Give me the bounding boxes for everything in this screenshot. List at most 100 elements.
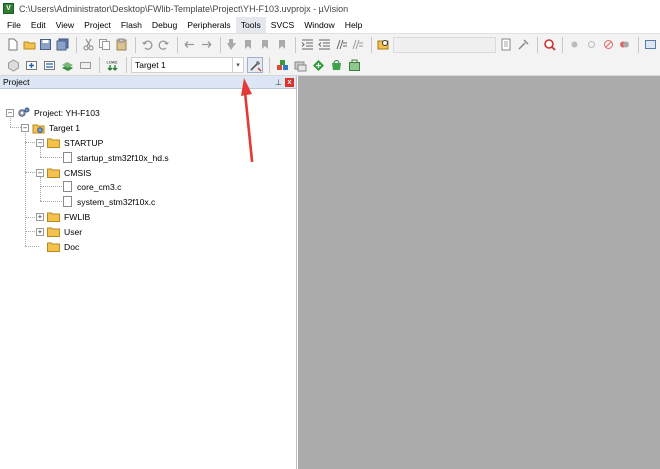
debug-session-icon[interactable] (542, 37, 557, 53)
cut-icon[interactable] (81, 37, 96, 53)
tree-group-doc[interactable]: Doc (47, 239, 79, 254)
open-folder-icon[interactable] (22, 37, 37, 53)
navigate-back-icon[interactable] (182, 37, 197, 53)
bookmark-icon[interactable] (225, 37, 240, 53)
group-label: FWLIB (64, 211, 91, 222)
menu-file[interactable]: File (2, 17, 26, 33)
title-bar: V C:\Users\Administrator\Desktop\FWlib-T… (0, 0, 660, 17)
breakpoint-icon[interactable] (567, 37, 582, 53)
tree-group-fwlib[interactable]: + FWLIB (36, 209, 90, 224)
expand-toggle[interactable]: + (36, 227, 44, 236)
tree-file[interactable]: startup_stm32f10x_hd.s (63, 150, 169, 165)
menu-window[interactable]: Window (299, 17, 340, 33)
window-layout-icon[interactable] (643, 37, 658, 53)
tree-connector (25, 172, 35, 173)
expand-toggle[interactable]: + (36, 212, 44, 221)
batch-build-icon[interactable] (59, 57, 75, 73)
find-in-files-icon[interactable] (499, 37, 514, 53)
translate-icon[interactable] (5, 57, 21, 73)
unindent-icon[interactable] (317, 37, 332, 53)
collapse-toggle[interactable]: − (36, 138, 44, 147)
pin-icon[interactable]: ⊥ (275, 78, 282, 87)
options-for-target-icon[interactable] (247, 57, 263, 73)
project-label: Project: YH-F103 (34, 107, 100, 118)
toolbar-separator (99, 57, 100, 73)
disable-breakpoint-icon[interactable] (584, 37, 599, 53)
menu-peripherals[interactable]: Peripherals (182, 17, 235, 33)
tree-connector (25, 142, 35, 143)
annotation-arrow-icon (241, 78, 254, 162)
group-label: CMSIS (64, 167, 92, 178)
menu-help[interactable]: Help (340, 17, 368, 33)
tree-node-target[interactable]: − Target 1 (21, 120, 80, 135)
new-file-icon[interactable] (5, 37, 20, 53)
manage-components-icon[interactable] (292, 57, 308, 73)
group-label: Doc (64, 241, 80, 252)
toolbar-separator (536, 36, 538, 53)
uncomment-icon[interactable] (351, 37, 366, 53)
file-extensions-icon[interactable] (274, 57, 290, 73)
rebuild-icon[interactable] (41, 57, 57, 73)
editor-area[interactable] (298, 76, 660, 469)
menu-flash[interactable]: Flash (116, 17, 147, 33)
run-time-environment-icon[interactable] (346, 57, 362, 73)
toolbar-separator (562, 36, 564, 53)
collapse-toggle[interactable]: − (6, 108, 14, 117)
menu-debug[interactable]: Debug (147, 17, 182, 33)
navigate-forward-icon[interactable] (199, 37, 214, 53)
menu-edit[interactable]: Edit (26, 17, 51, 33)
toolbar-separator (638, 36, 640, 53)
toolbar-separator (126, 57, 127, 73)
indent-icon[interactable] (300, 37, 315, 53)
find-in-files-icon[interactable] (376, 37, 391, 53)
project-gear-icon (18, 107, 30, 117)
collapse-toggle[interactable]: − (21, 123, 29, 132)
paste-icon[interactable] (114, 37, 129, 53)
redo-icon[interactable] (157, 37, 172, 53)
chevron-down-icon[interactable]: ▾ (232, 58, 243, 72)
next-bookmark-icon[interactable] (258, 37, 273, 53)
find-combo[interactable] (392, 36, 497, 53)
file-icon (63, 181, 72, 192)
collapse-toggle[interactable]: − (36, 168, 44, 177)
toolbar-separator (269, 57, 270, 73)
tree-file[interactable]: system_stm32f10x.c (63, 194, 155, 209)
menu-svcs[interactable]: SVCS (266, 17, 299, 33)
menu-view[interactable]: View (51, 17, 79, 33)
file-icon (63, 196, 72, 207)
tree-group-cmsis[interactable]: − CMSIS (36, 165, 91, 180)
toolbar-separator (177, 36, 179, 53)
group-label: User (64, 226, 83, 237)
tree-connector (40, 177, 41, 201)
menu-project[interactable]: Project (79, 17, 116, 33)
tree-file[interactable]: core_cm3.c (63, 179, 121, 194)
download-load-icon[interactable]: LOAD (104, 57, 120, 73)
tree-node-project[interactable]: − Project: YH-F103 (6, 105, 100, 120)
disable-all-breakpoints-icon[interactable] (601, 37, 616, 53)
kill-all-breakpoints-icon[interactable] (618, 37, 633, 53)
tree-group-startup[interactable]: − STARTUP (36, 135, 103, 150)
save-icon[interactable] (38, 37, 53, 53)
file-label: core_cm3.c (77, 181, 122, 192)
comment-icon[interactable] (334, 37, 349, 53)
target-select[interactable]: Target 1 ▾ (131, 57, 244, 73)
undo-icon[interactable] (140, 37, 155, 53)
tree-connector (25, 246, 39, 247)
build-icon[interactable] (23, 57, 39, 73)
clear-bookmarks-icon[interactable] (275, 37, 290, 53)
close-icon[interactable]: x (285, 77, 294, 87)
tree-connector (25, 231, 35, 232)
tree-connector (25, 217, 35, 218)
copy-icon[interactable] (98, 37, 113, 53)
file-label: startup_stm32f10x_hd.s (77, 152, 169, 163)
select-packs-icon[interactable] (310, 57, 326, 73)
tree-group-user[interactable]: + User (36, 224, 82, 239)
save-all-icon[interactable] (55, 37, 70, 53)
prev-bookmark-icon[interactable] (241, 37, 256, 53)
pack-installer-icon[interactable] (328, 57, 344, 73)
stop-build-icon[interactable] (77, 57, 93, 73)
toolbar-separator (75, 36, 77, 53)
window-title: C:\Users\Administrator\Desktop\FWlib-Tem… (19, 3, 349, 14)
menu-tools[interactable]: Tools (235, 17, 266, 33)
incremental-find-icon[interactable] (516, 37, 531, 53)
